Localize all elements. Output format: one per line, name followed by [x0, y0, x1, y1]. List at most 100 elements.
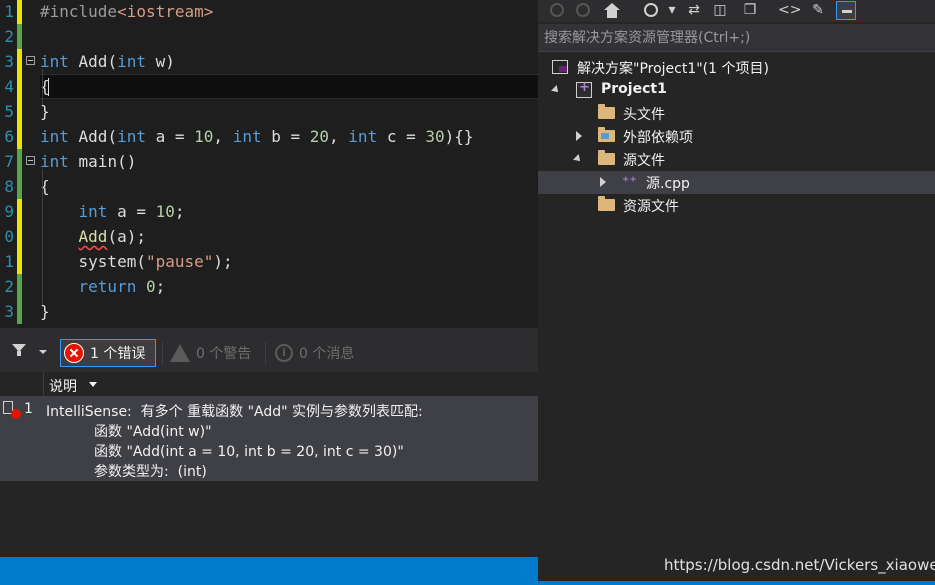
code-line[interactable]: 2 return 0;: [0, 274, 538, 299]
tree-item-label: 头文件: [623, 107, 665, 123]
code-line[interactable]: 1 system("pause");: [0, 249, 538, 274]
code-token: 0: [145, 277, 156, 296]
forward-button[interactable]: [574, 1, 594, 20]
messages-filter-toggle[interactable]: i 0 个消息: [275, 339, 354, 367]
tree-item[interactable]: Project1: [538, 79, 935, 102]
tree-item-label: Project1: [601, 81, 667, 97]
code-token: 20: [309, 127, 330, 146]
line-number: 1: [4, 252, 14, 271]
tree-item[interactable]: 头文件: [538, 102, 935, 125]
code-line[interactable]: 0 Add(a);: [0, 224, 538, 249]
code-line[interactable]: 2: [0, 24, 538, 49]
preview-selected-items-button[interactable]: [836, 1, 856, 20]
sync-icon[interactable]: ⇄: [684, 1, 704, 20]
collapse-arrow-icon[interactable]: [551, 85, 561, 95]
expand-arrow-icon[interactable]: [576, 131, 582, 141]
show-all-files-icon[interactable]: ❐: [740, 1, 760, 20]
code-token: a =: [145, 127, 195, 146]
code-token: int: [40, 152, 69, 171]
clock-icon: [644, 3, 658, 17]
code-token: int: [117, 127, 146, 146]
indent-guide: [42, 169, 43, 305]
error-row[interactable]: 1 IntelliSense: 有多个 重载函数 "Add" 实例与参数列表匹配…: [0, 397, 538, 481]
change-indicator-bar: [17, 49, 22, 74]
solution-search-input[interactable]: [544, 28, 924, 48]
tree-item-label: 资源文件: [623, 199, 679, 215]
collapse-arrow-icon[interactable]: [573, 154, 583, 164]
tree-item[interactable]: 源文件: [538, 148, 935, 171]
back-button[interactable]: [548, 1, 568, 20]
code-token: Add(: [68, 127, 118, 146]
code-token: system(: [78, 252, 146, 271]
error-list-column-header: 说明: [0, 372, 538, 397]
change-indicator-bar: [17, 174, 22, 199]
code-line[interactable]: 3}: [0, 299, 538, 324]
chevron-down-icon: [39, 350, 47, 354]
column-description-header[interactable]: 说明: [49, 376, 77, 396]
code-text: return 0;: [40, 274, 166, 299]
code-line[interactable]: 5}: [0, 99, 538, 124]
chevron-down-icon[interactable]: ▾: [662, 1, 682, 20]
code-token: <iostream>: [117, 2, 214, 21]
code-line[interactable]: 4{: [0, 74, 538, 99]
code-token: int: [40, 52, 69, 71]
errors-count-label: 1 个错误: [90, 346, 146, 362]
code-token: Add: [78, 227, 108, 246]
error-icon: [64, 343, 84, 363]
code-token: ;: [174, 202, 185, 221]
line-number: 3: [4, 52, 14, 71]
expand-arrow-icon[interactable]: [600, 177, 606, 187]
warnings-filter-toggle[interactable]: 0 个警告: [170, 339, 251, 367]
change-indicator-bar: [17, 99, 22, 124]
collapse-all-icon[interactable]: ◫: [710, 1, 730, 20]
code-line[interactable]: 3 int Add(int w): [0, 49, 538, 74]
tree-item[interactable]: 资源文件: [538, 194, 935, 217]
status-bar-strip: [538, 581, 935, 585]
line-number: 2: [4, 27, 14, 46]
code-line[interactable]: 9 int a = 10;: [0, 199, 538, 224]
solution-explorer-toolbar: ▾ ⇄ ◫ ❐ <> ✎: [538, 0, 935, 22]
error-description-detail: 函数 "Add(int w)": [94, 424, 212, 440]
code-token: int: [348, 127, 378, 146]
tree-item[interactable]: 解决方案"Project1"(1 个项目): [538, 56, 935, 79]
code-token: 30: [425, 127, 445, 146]
collapse-icon[interactable]: [26, 56, 35, 65]
code-token: b =: [261, 127, 310, 146]
home-button[interactable]: [602, 1, 622, 20]
line-number: 5: [4, 102, 14, 121]
line-number: 0: [4, 227, 14, 246]
properties-wrench-icon[interactable]: ✎: [808, 1, 828, 20]
error-description-detail: 参数类型为: (int): [94, 464, 207, 480]
code-editor[interactable]: 1 #include<iostream> 2 3 int Add(int w) 4{5} 6…: [0, 0, 538, 328]
error-number: 1: [24, 401, 33, 417]
collapse-icon[interactable]: [26, 156, 35, 165]
tree-item[interactable]: 外部依赖项: [538, 125, 935, 148]
tree-item[interactable]: ⁺⁺ 源.cpp: [538, 171, 935, 194]
change-indicator-bar: [17, 274, 22, 299]
errors-filter-toggle[interactable]: 1 个错误: [60, 339, 156, 367]
code-token: w): [145, 52, 175, 71]
sort-dropdown-icon[interactable]: [89, 382, 97, 387]
line-number: 3: [4, 302, 14, 321]
change-indicator-bar: [17, 199, 22, 224]
cpp-icon: ⁺⁺: [622, 174, 637, 190]
code-line[interactable]: 6 int Add(int a = 10, int b = 20, int c =…: [0, 124, 538, 149]
code-token: ,: [213, 127, 233, 146]
change-indicator-bar: [17, 74, 22, 99]
code-line[interactable]: 7 int main(): [0, 149, 538, 174]
error-list-toolbar: 1 个错误 0 个警告 i 0 个消息: [0, 328, 538, 372]
code-line[interactable]: 8{: [0, 174, 538, 199]
code-line[interactable]: 1 #include<iostream>: [0, 0, 538, 24]
change-indicator-bar: [17, 299, 22, 324]
code-token: a =: [107, 202, 156, 221]
filter-button[interactable]: [12, 342, 47, 360]
code-token: main(): [68, 152, 137, 171]
line-number: 2: [4, 277, 14, 296]
view-code-icon[interactable]: <>: [778, 1, 801, 20]
pending-changes-filter-button[interactable]: [642, 1, 662, 20]
toolbar-separator: [162, 342, 163, 364]
solution-explorer-search: [538, 24, 935, 52]
messages-count-label: 0 个消息: [299, 346, 355, 362]
